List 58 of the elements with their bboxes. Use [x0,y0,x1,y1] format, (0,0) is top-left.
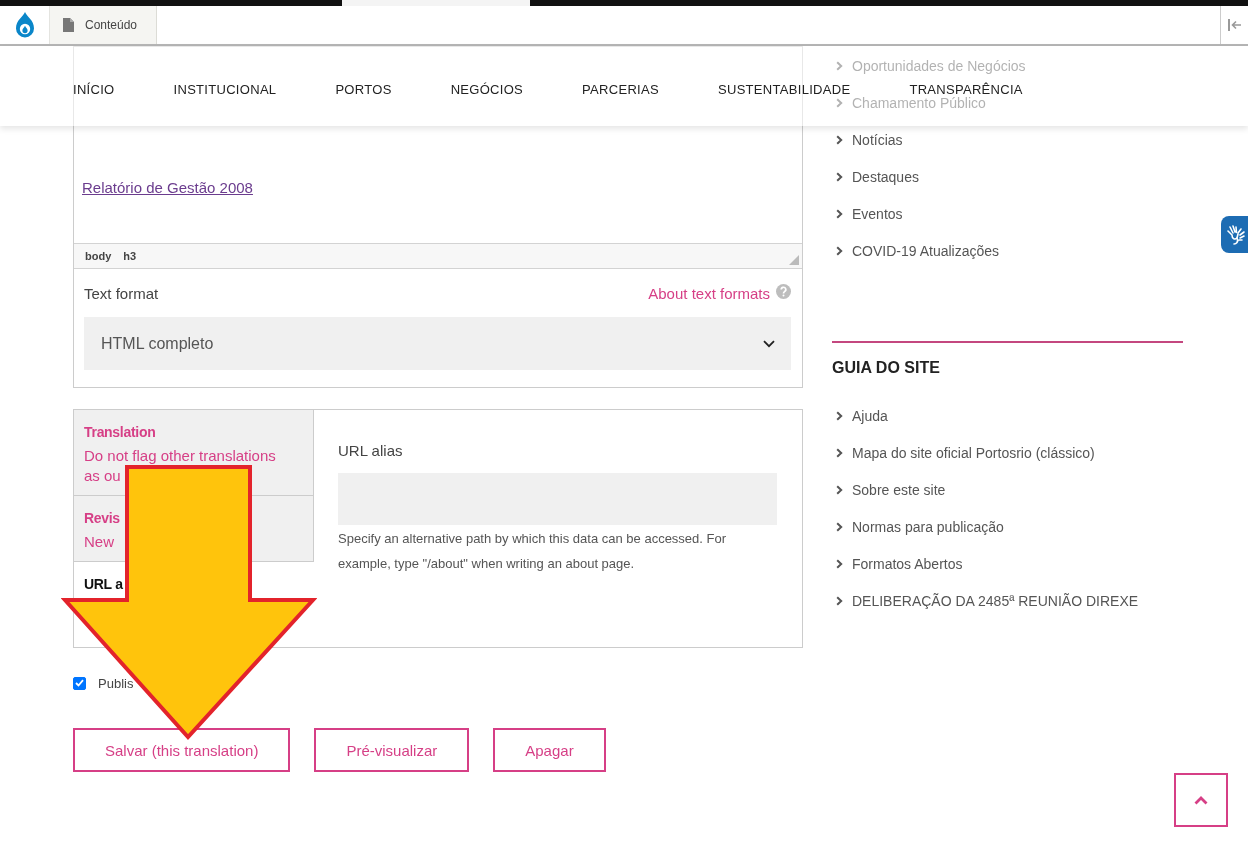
chevron-right-icon [836,559,843,569]
sidebar-link[interactable]: Destaques [832,166,919,188]
chevron-right-icon [836,61,843,71]
format-select[interactable]: HTML completo [84,317,791,370]
chevron-right-icon [836,596,843,606]
field-label: URL alias [338,441,404,461]
nav-link[interactable]: PORTOS [335,81,392,97]
chevron-right-icon [836,411,843,421]
sidebar-link[interactable]: Formatos Abertos [832,553,963,575]
action-button[interactable]: Salvar (this translation) [73,728,291,772]
sidebar-link[interactable]: Normas para publicação [832,516,1004,538]
action-button[interactable]: Apagar [493,728,606,772]
sidebar-link[interactable]: Notícias [832,129,903,151]
chevron-up-icon [1194,795,1208,805]
chevron-right-icon [836,246,843,256]
chevron-right-icon [836,98,843,108]
chevron-right-icon [836,485,843,495]
nav-link[interactable]: SUSTENTABILIDADE [717,81,851,97]
sidebar-link[interactable]: Ajuda [832,405,888,427]
section-heading: GUIA DO SITE [832,358,941,378]
nav-link[interactable]: NEGÓCIOS [450,81,524,97]
element-path-item[interactable]: h3 [123,250,137,262]
nav-link[interactable]: TRANSPARÊNCIA [909,81,1023,97]
hands-icon [1227,224,1246,245]
sidebar-link[interactable]: Mapa do site oficial Portosrio (clássico) [832,442,1095,464]
chevron-right-icon [836,522,843,532]
nav-link[interactable]: PARCERIAS [582,81,659,97]
sidebar-link[interactable]: Sobre este site [832,479,946,501]
field-description: Specify an alternative path by which this data can be accessed. For example, type "/about" when writing an about page. [338,530,728,573]
tab-summary: New [84,532,114,552]
sidebar-link[interactable]: DELIBERAÇÃO DA 2485ª REUNIÃO DIREXE [832,590,1139,612]
checkbox-label: Publis [98,675,134,691]
publish-checkbox[interactable] [73,676,86,690]
tab-title[interactable]: URL a [84,573,123,595]
chevron-right-icon [836,448,843,458]
toolbar-tab[interactable]: Conteúdo [50,6,157,44]
help-link[interactable]: About text formats [648,284,791,302]
tab-summary: Do not flag other translations as ou [84,446,277,486]
tab-title[interactable]: Revis [84,507,120,529]
tab-title[interactable]: Translation [84,421,156,443]
element-path-item[interactable]: body [85,250,112,262]
back-to-top-button[interactable] [1174,773,1228,827]
action-button[interactable]: Pré-visualizar [314,728,470,772]
chevron-down-icon [763,339,775,348]
resize-grip-icon[interactable] [789,255,799,265]
bar-arrow-left-icon[interactable] [1228,19,1242,31]
help-icon [776,283,791,299]
chevron-right-icon [836,172,843,182]
document-link[interactable]: Relatório de Gestão 2008 [82,179,253,196]
sidebar-link[interactable]: COVID-19 Atualizações [832,240,1000,262]
nav-link[interactable]: INÍCIO [73,81,115,97]
file-icon [63,18,74,32]
sign-language-button[interactable] [1221,216,1248,253]
field-label: Text format [84,284,159,302]
chevron-right-icon [836,209,843,219]
nav-link[interactable]: INSTITUCIONAL [173,81,277,97]
sidebar-link[interactable]: Eventos [832,203,903,225]
chevron-right-icon [836,135,843,145]
